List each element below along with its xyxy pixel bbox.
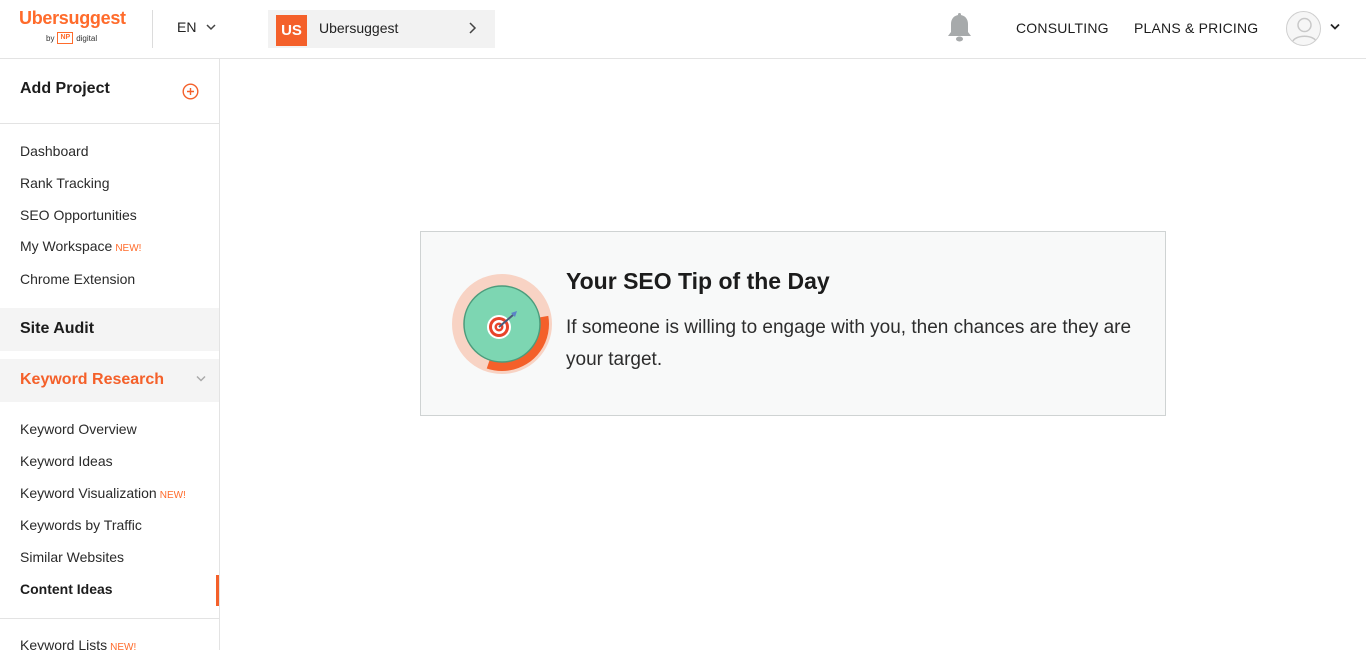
chevron-down-icon: [196, 375, 206, 382]
sidebar: Add Project Dashboard Rank Tracking SEO …: [0, 59, 220, 650]
project-name: Ubersuggest: [319, 20, 399, 36]
sidebar-item-label: Similar Websites: [20, 549, 124, 565]
new-badge: NEW!: [110, 642, 137, 650]
sidebar-item-dashboard[interactable]: Dashboard: [20, 143, 89, 159]
sidebar-item-label: Keywords by Traffic: [20, 517, 142, 533]
np-logo: NP: [57, 32, 74, 44]
sidebar-item-my-workspace[interactable]: My Workspace NEW!: [20, 238, 141, 254]
active-indicator: [216, 575, 219, 606]
tip-body: If someone is willing to engage with you…: [566, 317, 1132, 370]
sidebar-item-label: Chrome Extension: [20, 271, 136, 287]
target-dart-icon: [452, 274, 552, 374]
plans-pricing-link[interactable]: PLANS & PRICING: [1134, 20, 1258, 36]
logo-byline: by NP digital: [46, 32, 97, 44]
sidebar-item-chrome-extension[interactable]: Chrome Extension: [20, 271, 135, 287]
sidebar-item-keyword-ideas[interactable]: Keyword Ideas: [20, 453, 113, 469]
section-label: Keyword Research: [20, 371, 165, 388]
logo-by: by: [46, 33, 55, 43]
sidebar-item-label: SEO Opportunities: [20, 207, 137, 223]
consulting-link[interactable]: CONSULTING: [1016, 20, 1109, 36]
project-badge: US: [276, 15, 307, 46]
sidebar-item-label: My Workspace: [20, 238, 113, 254]
sidebar-item-label: Rank Tracking: [20, 175, 110, 191]
sidebar-item-keyword-visualization[interactable]: Keyword Visualization NEW!: [20, 485, 186, 501]
sidebar-item-keyword-lists[interactable]: Keyword Lists NEW!: [20, 637, 136, 650]
sidebar-item-rank-tracking[interactable]: Rank Tracking: [20, 175, 109, 191]
language-label: EN: [177, 19, 197, 35]
sidebar-item-label: Keyword Lists: [20, 637, 108, 650]
plus-circle-icon: [182, 83, 199, 100]
sidebar-item-keywords-by-traffic[interactable]: Keywords by Traffic: [20, 517, 142, 533]
sidebar-section-site-audit[interactable]: Site Audit: [0, 308, 219, 351]
account-chevron-down-icon[interactable]: [1330, 23, 1340, 31]
sidebar-section-keyword-research[interactable]: Keyword Research: [0, 359, 219, 402]
add-project-label: Add Project: [20, 80, 110, 97]
sidebar-item-content-ideas[interactable]: Content Ideas: [20, 581, 113, 597]
seo-tip-card: Your SEO Tip of the Day If someone is wi…: [420, 231, 1166, 416]
sidebar-divider: [0, 618, 219, 619]
chevron-down-icon: [206, 23, 216, 30]
ubersuggest-logo[interactable]: Ubersuggest by NP digital: [19, 8, 131, 48]
tip-title: Your SEO Tip of the Day: [566, 268, 830, 294]
logo-digital: digital: [76, 33, 98, 43]
sidebar-item-label: Keyword Ideas: [20, 453, 113, 469]
sidebar-item-label: Keyword Visualization: [20, 485, 157, 501]
user-avatar[interactable]: [1286, 11, 1321, 46]
sidebar-item-keyword-overview[interactable]: Keyword Overview: [20, 421, 137, 437]
bell-icon[interactable]: [946, 13, 973, 43]
chevron-right-icon: [469, 22, 477, 34]
user-avatar-icon: [1291, 17, 1318, 44]
sidebar-item-seo-opportunities[interactable]: SEO Opportunities: [20, 207, 137, 223]
logo-wordmark: Ubersuggest: [19, 8, 126, 28]
sidebar-item-label: Keyword Overview: [20, 421, 137, 437]
new-badge: NEW!: [159, 490, 186, 501]
project-switcher[interactable]: US Ubersuggest: [268, 10, 495, 48]
sidebar-item-similar-websites[interactable]: Similar Websites: [20, 549, 124, 565]
sidebar-item-label: Dashboard: [20, 143, 89, 159]
language-selector[interactable]: EN: [177, 19, 216, 35]
header-divider: [152, 10, 153, 48]
add-project-button[interactable]: Add Project: [0, 59, 219, 124]
section-label: Site Audit: [20, 320, 95, 337]
top-header: Ubersuggest by NP digital EN US Ubersugg…: [0, 0, 1366, 59]
sidebar-item-label: Content Ideas: [20, 581, 113, 597]
new-badge: NEW!: [115, 243, 142, 254]
